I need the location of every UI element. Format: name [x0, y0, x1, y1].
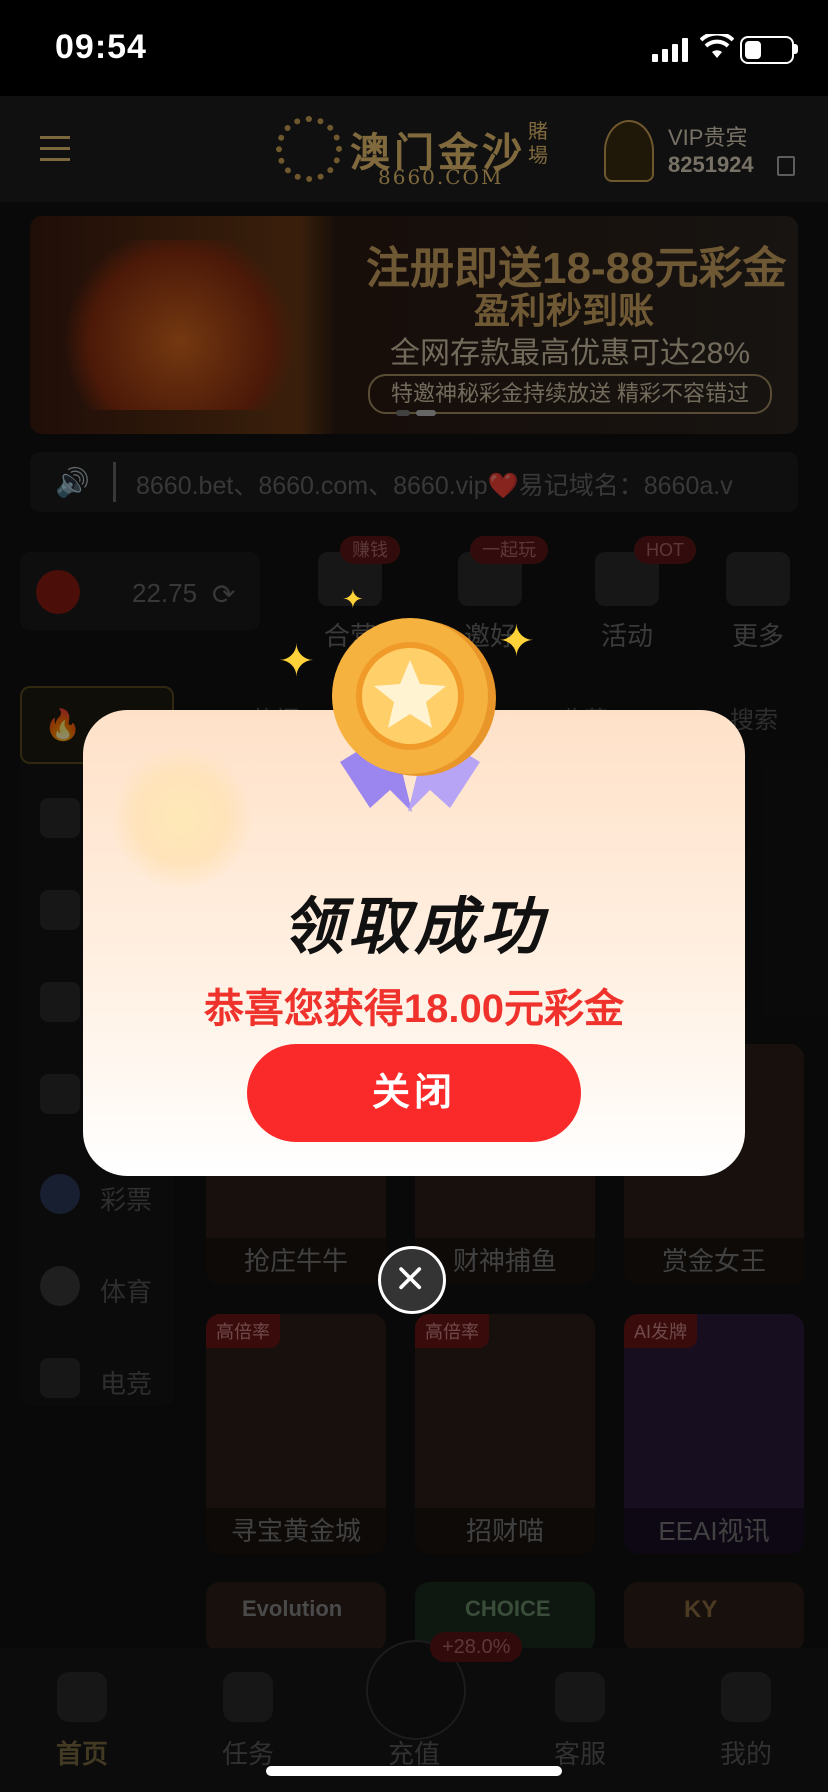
close-x-icon[interactable] — [378, 1246, 446, 1314]
sparkle-icon: ✦ — [498, 617, 535, 666]
battery-tip — [794, 44, 798, 54]
sparkle-icon: ✦ — [342, 584, 364, 614]
wifi-icon — [700, 34, 734, 58]
home-indicator — [266, 1766, 562, 1776]
sparkle-icon: ✦ — [278, 637, 315, 686]
medal-icon — [332, 618, 496, 812]
modal-message: 恭喜您获得18.00元彩金 — [203, 987, 625, 1031]
modal-title: 领取成功 — [281, 893, 546, 962]
close-button[interactable]: 关闭 — [247, 1044, 581, 1142]
status-time: 09:54 — [55, 28, 147, 66]
signal-icon — [652, 38, 688, 62]
battery-icon — [740, 36, 794, 64]
